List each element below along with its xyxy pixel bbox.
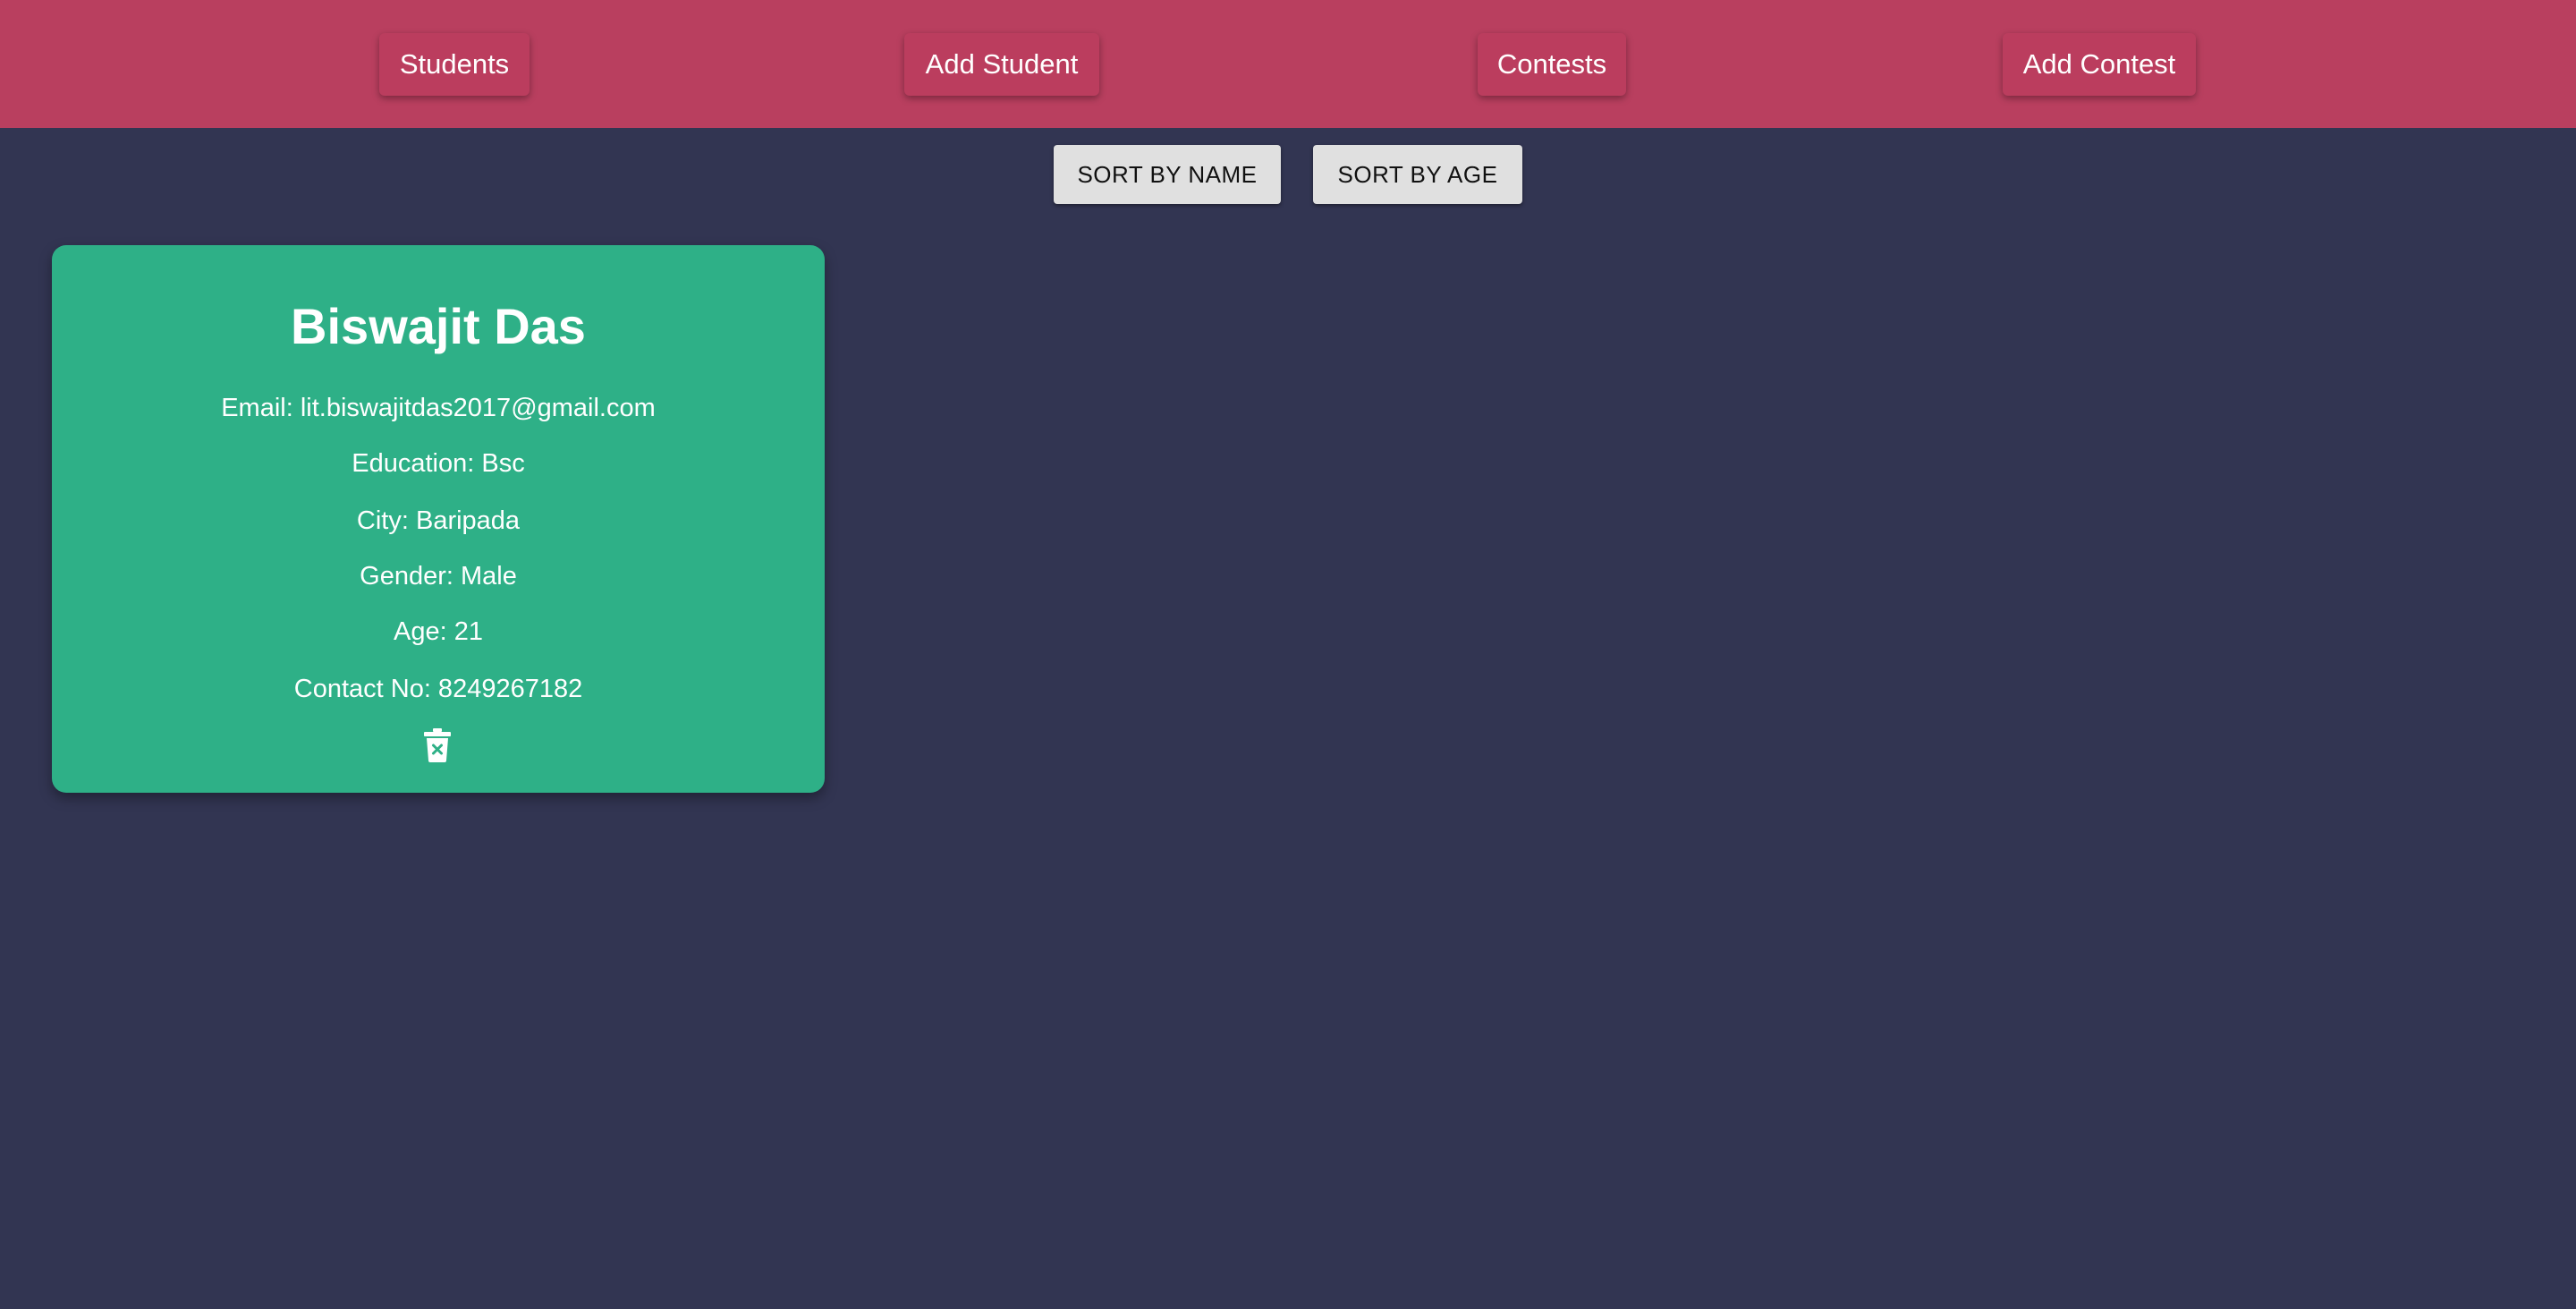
student-email: Email: lit.biswajitdas2017@gmail.com [221,394,656,422]
students-nav-button[interactable]: Students [379,33,530,96]
student-name: Biswajit Das [291,298,586,354]
contests-nav-button[interactable]: Contests [1478,33,1626,96]
student-education: Education: Bsc [352,449,525,478]
student-contact: Contact No: 8249267182 [293,675,583,703]
add-contest-nav-button[interactable]: Add Contest [2003,33,2196,96]
student-gender: Gender: Male [360,562,517,591]
student-card: Biswajit Das Email: lit.biswajitdas2017@… [52,245,825,793]
top-navbar: Students Add Student Contests Add Contes… [0,0,2576,128]
sort-by-name-button[interactable]: SORT BY NAME [1054,145,1281,204]
add-student-nav-button[interactable]: Add Student [904,33,1099,96]
student-city: City: Baripada [356,506,521,535]
student-age: Age: 21 [394,617,483,646]
sort-by-age-button[interactable]: SORT BY AGE [1313,145,1522,204]
trash-x-icon[interactable] [424,728,451,762]
